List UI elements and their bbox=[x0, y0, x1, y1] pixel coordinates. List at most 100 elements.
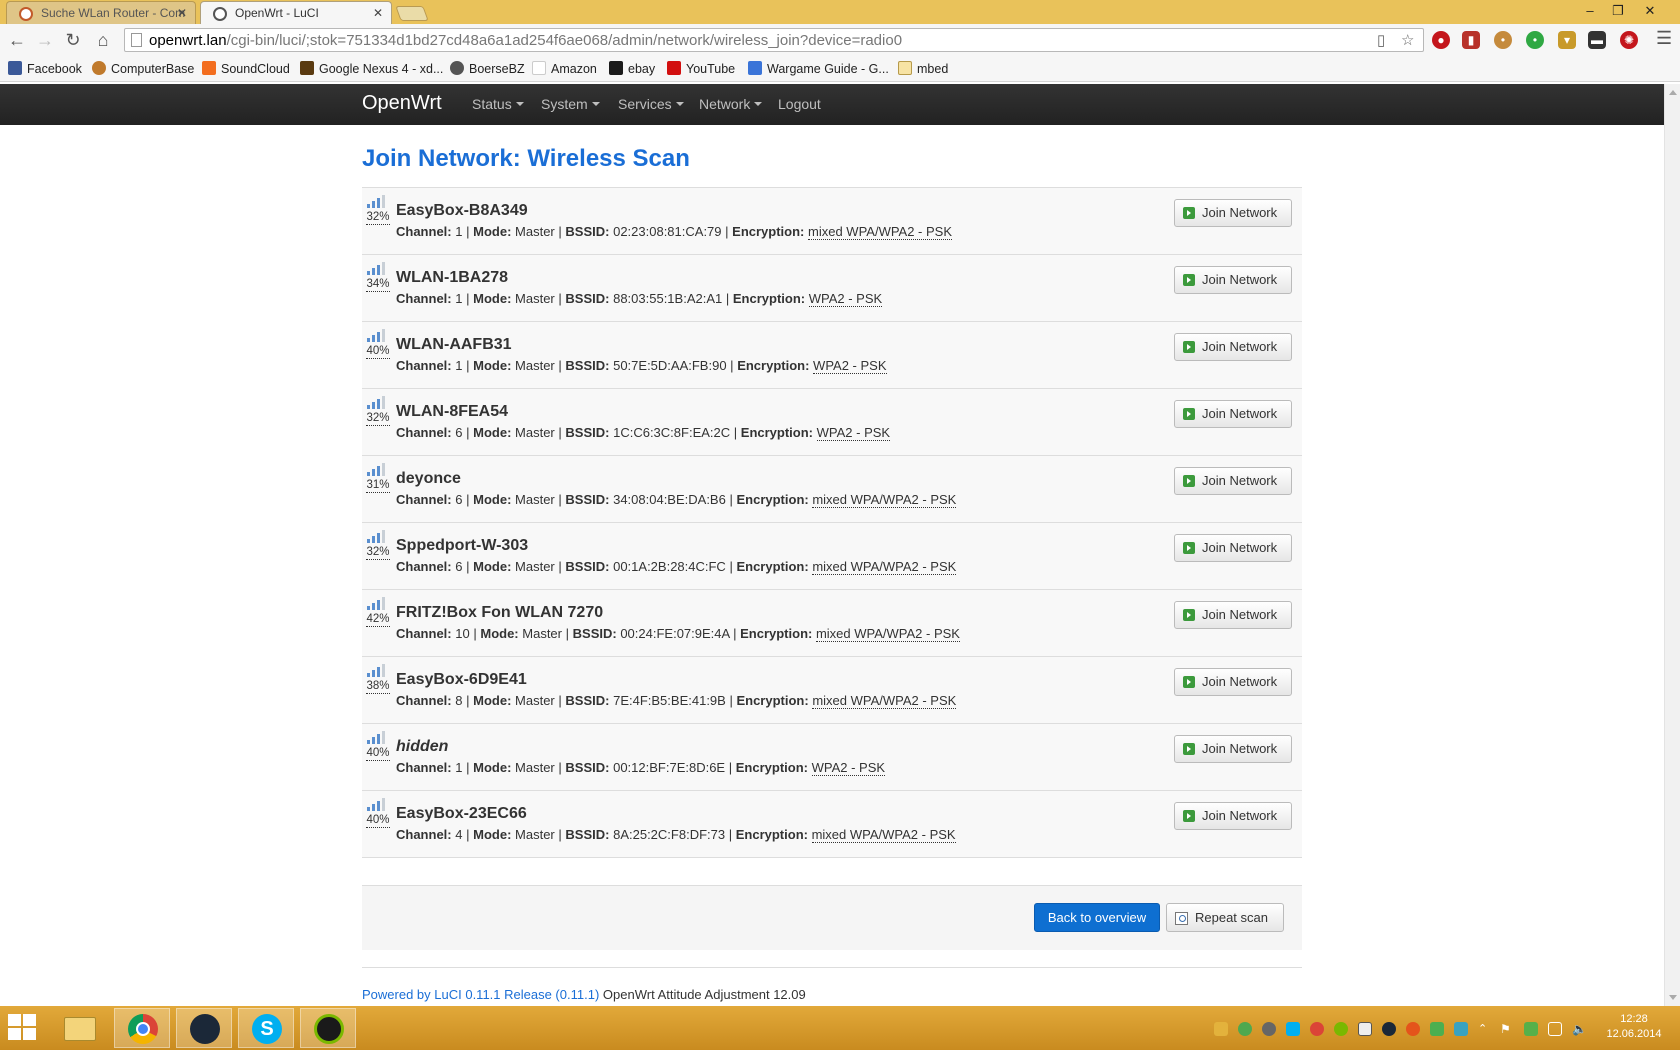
bookmark-boersebz[interactable]: BoerseBZ bbox=[450, 61, 525, 76]
bookmark-computerbase[interactable]: ComputerBase bbox=[92, 61, 194, 76]
tray-spotify-icon[interactable] bbox=[1334, 1022, 1348, 1036]
bookmark-wargame-guide[interactable]: Wargame Guide - G... bbox=[748, 61, 889, 76]
steam-icon[interactable] bbox=[176, 1008, 232, 1048]
tray-device-icon[interactable] bbox=[1358, 1022, 1372, 1036]
separator: | bbox=[729, 492, 733, 507]
luci-version-link[interactable]: Powered by LuCI 0.11.1 Release (0.11.1) bbox=[362, 987, 599, 1002]
page-scrollbar[interactable] bbox=[1664, 84, 1680, 1006]
join-network-button[interactable]: Join Network bbox=[1174, 266, 1292, 294]
tray-steam-icon[interactable] bbox=[1382, 1022, 1396, 1036]
tray-volume-icon[interactable]: 🔈 bbox=[1572, 1022, 1587, 1036]
close-tab-icon[interactable]: ✕ bbox=[177, 2, 187, 24]
tray-orange-icon[interactable] bbox=[1406, 1022, 1420, 1036]
join-network-button[interactable]: Join Network bbox=[1174, 467, 1292, 495]
browser-tab[interactable]: Suche WLan Router - Com ✕ bbox=[6, 1, 196, 24]
tray-check-icon[interactable] bbox=[1430, 1022, 1444, 1036]
brand-logo[interactable]: OpenWrt bbox=[362, 92, 442, 115]
menu-network[interactable]: Network bbox=[699, 96, 763, 112]
tray-green-icon[interactable] bbox=[1238, 1022, 1252, 1036]
channel-value: 1 bbox=[455, 358, 463, 373]
bssid-value: 1C:C6:3C:8F:EA:2C bbox=[613, 425, 731, 440]
separator: | bbox=[730, 358, 734, 373]
file-explorer-icon[interactable] bbox=[52, 1008, 108, 1048]
join-network-button[interactable]: Join Network bbox=[1174, 400, 1292, 428]
join-network-button[interactable]: Join Network bbox=[1174, 534, 1292, 562]
back-arrow-icon[interactable]: ← bbox=[6, 29, 28, 51]
minimize-window-icon[interactable]: – bbox=[1576, 2, 1604, 20]
menu-system[interactable]: System bbox=[541, 96, 600, 112]
network-row: 32% EasyBox-B8A349 Channel: 1 | Mode: Mast… bbox=[362, 188, 1302, 255]
address-bar[interactable]: openwrt.lan/cgi-bin/luci/;stok=751334d1b… bbox=[124, 28, 1424, 52]
basket-icon[interactable]: ▾ bbox=[1558, 31, 1576, 49]
menu-status[interactable]: Status bbox=[472, 96, 524, 112]
tray-flag-icon[interactable]: ⚑ bbox=[1500, 1022, 1514, 1036]
new-tab-button[interactable] bbox=[395, 6, 429, 21]
reload-icon[interactable]: ↻ bbox=[62, 29, 84, 51]
repeat-scan-button[interactable]: Repeat scan bbox=[1166, 903, 1284, 932]
bookmark-facebook[interactable]: Facebook bbox=[8, 61, 82, 76]
windows-start-icon[interactable] bbox=[8, 1014, 38, 1042]
mode-value: Master bbox=[515, 358, 555, 373]
bookmark-youtube[interactable]: YouTube bbox=[667, 61, 735, 76]
mode-label: Mode: bbox=[473, 827, 512, 842]
reader-mode-icon[interactable]: ▯ bbox=[1377, 31, 1385, 49]
forward-arrow-icon[interactable]: → bbox=[34, 29, 56, 51]
tray-eye-icon[interactable] bbox=[1262, 1022, 1276, 1036]
chrome-menu-icon[interactable]: ☰ bbox=[1656, 28, 1672, 49]
spotify-icon[interactable] bbox=[300, 1008, 356, 1048]
chrome-icon[interactable] bbox=[114, 1008, 170, 1048]
encryption-label: Encryption: bbox=[740, 425, 814, 440]
menu-services[interactable]: Services bbox=[618, 96, 684, 112]
network-row: 38% EasyBox-6D9E41 Channel: 8 | Mode: Mast… bbox=[362, 657, 1302, 724]
skype-icon[interactable]: S bbox=[238, 1008, 294, 1048]
separator: | bbox=[466, 224, 470, 239]
join-network-button[interactable]: Join Network bbox=[1174, 199, 1292, 227]
signal-percent: 40% bbox=[366, 345, 390, 359]
adblock-icon[interactable]: ● bbox=[1432, 31, 1450, 49]
channel-label: Channel: bbox=[396, 693, 452, 708]
tray-security-icon[interactable] bbox=[1524, 1022, 1538, 1036]
signal-strength: 42% bbox=[364, 596, 392, 627]
green-balloon-icon[interactable]: • bbox=[1526, 31, 1544, 49]
join-network-button[interactable]: Join Network bbox=[1174, 668, 1292, 696]
cookie-icon[interactable]: • bbox=[1494, 31, 1512, 49]
home-icon[interactable]: ⌂ bbox=[92, 29, 114, 51]
browser-tab-active[interactable]: OpenWrt - LuCI ✕ bbox=[200, 1, 392, 24]
bookmark-folder-mbed[interactable]: mbed bbox=[898, 61, 948, 76]
tray-app-icon[interactable] bbox=[1214, 1022, 1228, 1036]
extension-book-icon[interactable]: ▮ bbox=[1462, 31, 1480, 49]
network-details: Channel: 8 | Mode: Master | BSSID: 7E:4F… bbox=[396, 693, 957, 709]
join-network-button[interactable]: Join Network bbox=[1174, 802, 1292, 830]
bssid-value: 00:1A:2B:28:4C:FC bbox=[613, 559, 726, 574]
tray-expand-icon[interactable]: ⌃ bbox=[1478, 1022, 1492, 1036]
bookmark-ebay[interactable]: ebay bbox=[609, 61, 655, 76]
channel-label: Channel: bbox=[396, 291, 452, 306]
tray-wifi-icon[interactable] bbox=[1548, 1022, 1562, 1036]
join-network-button[interactable]: Join Network bbox=[1174, 333, 1292, 361]
bookmark-soundcloud[interactable]: SoundCloud bbox=[202, 61, 290, 76]
scroll-down-icon[interactable] bbox=[1669, 995, 1677, 1000]
tray-skype-icon[interactable] bbox=[1286, 1022, 1300, 1036]
logout-link[interactable]: Logout bbox=[778, 96, 821, 112]
separator: | bbox=[558, 559, 562, 574]
url-text[interactable]: openwrt.lan/cgi-bin/luci/;stok=751334d1b… bbox=[149, 32, 902, 49]
scroll-up-icon[interactable] bbox=[1669, 90, 1677, 95]
amazon-icon bbox=[532, 61, 546, 75]
bookmark-star-icon[interactable]: ☆ bbox=[1401, 31, 1414, 49]
join-arrow-icon bbox=[1183, 810, 1195, 822]
join-network-button[interactable]: Join Network bbox=[1174, 601, 1292, 629]
tray-network-icon[interactable] bbox=[1454, 1022, 1468, 1036]
restore-window-icon[interactable]: ❐ bbox=[1604, 2, 1632, 20]
back-to-overview-button[interactable]: Back to overview bbox=[1034, 903, 1160, 932]
bookmark-xda[interactable]: Google Nexus 4 - xd... bbox=[300, 61, 443, 76]
encryption-label: Encryption: bbox=[736, 559, 809, 574]
join-network-button[interactable]: Join Network bbox=[1174, 735, 1292, 763]
close-window-icon[interactable]: ✕ bbox=[1636, 2, 1664, 20]
bookmark-amazon[interactable]: Amazon bbox=[532, 61, 597, 76]
tray-chrome-icon[interactable] bbox=[1310, 1022, 1324, 1036]
mask-icon[interactable]: ▬ bbox=[1588, 31, 1606, 49]
gear-badge-icon[interactable]: ✺ bbox=[1620, 31, 1638, 49]
taskbar-clock[interactable]: 12:28 12.06.2014 bbox=[1604, 1012, 1664, 1042]
signal-percent: 38% bbox=[366, 680, 390, 694]
close-tab-icon[interactable]: ✕ bbox=[373, 2, 383, 24]
